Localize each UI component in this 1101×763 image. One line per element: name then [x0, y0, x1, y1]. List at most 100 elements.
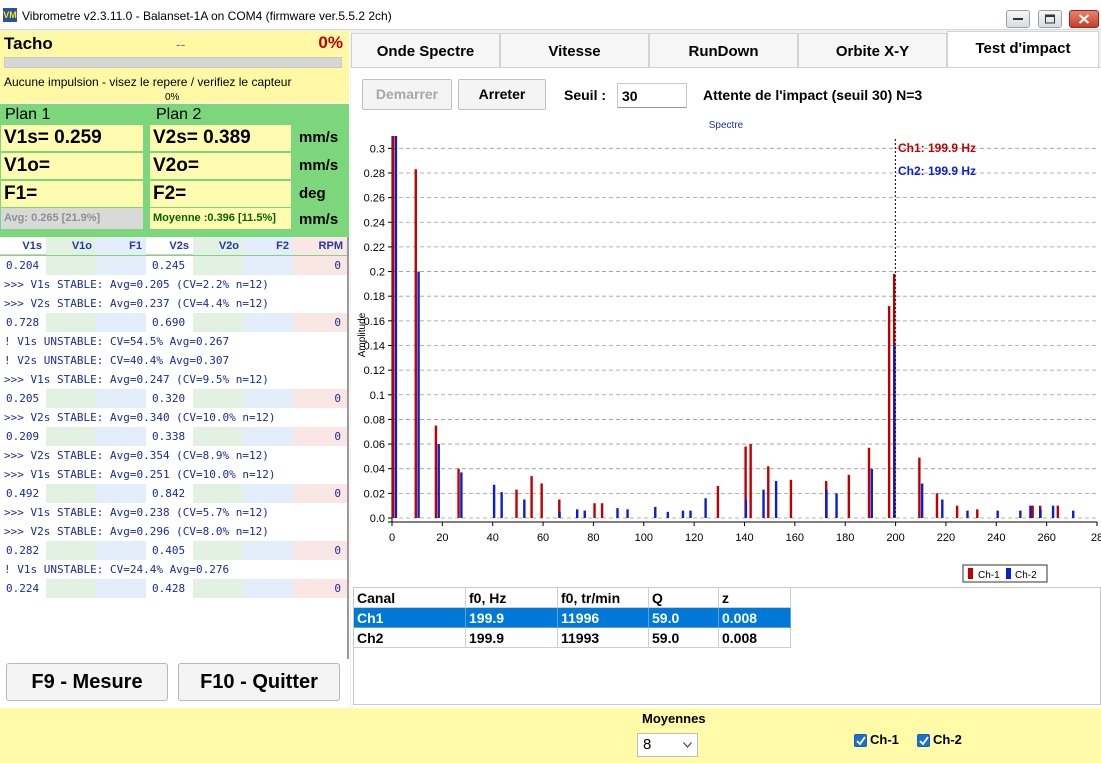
cell-rpm: 0: [293, 427, 347, 446]
cell-v1o: [46, 579, 96, 598]
cell-f1: [96, 389, 146, 408]
tacho-percent: 0%: [318, 33, 343, 52]
tab-onde-spectre[interactable]: Onde Spectre: [351, 33, 500, 67]
x-tick-label: 120: [685, 532, 703, 544]
plan2-title: Plan 2: [156, 106, 202, 123]
bar-ch-2: [1072, 510, 1075, 518]
close-button[interactable]: [1069, 10, 1099, 28]
tacho-progress-bar: [4, 57, 342, 68]
spectrum-chart: Spectre Amplitude 0.00.020.040.060.080.1…: [357, 120, 1101, 583]
table-cell: 0.008: [719, 628, 791, 648]
x-tick-label: 28: [1091, 532, 1101, 544]
tab-vitesse[interactable]: Vitesse: [500, 33, 649, 67]
threshold-label: Seuil :: [564, 87, 607, 103]
cell-rpm: 0: [293, 541, 347, 560]
ch2-checkbox[interactable]: [917, 734, 930, 747]
bar-ch-2: [437, 444, 440, 518]
tab-strip: Onde Spectre Vitesse RunDown Orbite X-Y …: [351, 31, 1101, 68]
log-message: >>> V1s STABLE: Avg=0.247 (CV=9.5% n=12): [4, 373, 269, 386]
bar-ch-2: [1039, 509, 1042, 518]
close-icon: [1078, 14, 1090, 24]
measurement-log[interactable]: 0.204 0.245 0 >>> V1s STABLE: Avg=0.205 (CV…: [0, 256, 347, 659]
tab-orbite[interactable]: Orbite X-Y: [798, 33, 947, 67]
bar-ch-1: [767, 466, 770, 518]
chart-legend: Ch-1 Ch-2: [962, 564, 1048, 583]
cell-v1s: 0.209: [0, 427, 46, 446]
y-tick-label: 0.06: [364, 439, 385, 451]
unit-label: mm/s: [299, 157, 339, 174]
bar-ch-2: [394, 136, 398, 518]
table-row[interactable]: 0.205 0.320 0: [0, 389, 347, 408]
bar-ch-1: [716, 485, 720, 518]
maximize-button[interactable]: [1038, 10, 1062, 28]
cell-v1s: 0.205: [0, 389, 46, 408]
x-tick-label: 240: [987, 532, 1005, 544]
cell-f2: [243, 389, 293, 408]
y-tick-label: 0.28: [364, 168, 385, 180]
y-tick-label: 0.08: [364, 414, 385, 426]
chart-grid: [388, 136, 1097, 523]
ch1-checkbox[interactable]: [854, 734, 867, 747]
y-tick-label: 0.18: [364, 291, 385, 303]
unit-label: mm/s: [299, 211, 339, 228]
table-row[interactable]: 0.282 0.405 0: [0, 541, 347, 560]
table-row[interactable]: 0.204 0.245 0: [0, 256, 347, 275]
table-row[interactable]: Ch2 199.9 11993 59.0 0.008: [354, 628, 791, 648]
bar-ch-2: [417, 271, 420, 518]
table-row[interactable]: Ch1 199.9 11996 59.0 0.008: [354, 608, 791, 628]
table-row[interactable]: 0.209 0.338 0: [0, 427, 347, 446]
window-title: Vibrometre v2.3.11.0 - Balanset-1A on CO…: [22, 9, 392, 23]
bar-ch-2: [774, 481, 778, 518]
cell-f1: [96, 313, 146, 332]
averages-select[interactable]: 8: [637, 733, 698, 757]
y-tick-label: 0.04: [364, 464, 385, 476]
cell-f2: [243, 579, 293, 598]
bar-ch-1: [867, 447, 871, 518]
tab-rundown[interactable]: RunDown: [649, 33, 798, 67]
chevron-down-icon: [683, 742, 692, 748]
cell-v2o: [193, 313, 243, 332]
cell-v2s: 0.690: [146, 313, 193, 332]
tacho-sub-percent: 0%: [165, 92, 180, 103]
bar-ch-1: [976, 509, 979, 518]
cell-v2o: [193, 427, 243, 446]
bar-ch-1: [887, 306, 891, 518]
legend-ch2: Ch-2: [1015, 570, 1037, 581]
threshold-input[interactable]: 30: [617, 83, 687, 108]
start-button[interactable]: Demarrer: [362, 79, 452, 110]
check-icon: [919, 736, 929, 746]
ch1-label[interactable]: Ch-1: [870, 732, 899, 747]
table-cell: 199.9: [466, 628, 558, 648]
table-row[interactable]: 0.728 0.690 0: [0, 313, 347, 332]
cell-v2o: [193, 541, 243, 560]
chart-bars: [391, 136, 1075, 518]
x-tick-label: 160: [786, 532, 804, 544]
bar-ch-2: [689, 510, 692, 518]
y-tick-label: 0.26: [364, 193, 385, 205]
averages-label: Moyennes: [642, 711, 706, 726]
x-axis-ticks: 0 20 40 60 80 100 120 140 160 180 200 220 240 260 28: [389, 522, 1101, 544]
table-row[interactable]: 0.492 0.842 0: [0, 484, 347, 503]
averages-value: 8: [643, 736, 652, 753]
bar-ch-2: [460, 472, 463, 518]
chart-title: Spectre: [709, 120, 744, 131]
ch2-label[interactable]: Ch-2: [933, 732, 962, 747]
bar-ch-2: [654, 506, 657, 518]
bar-ch-1: [1031, 505, 1034, 518]
title-bar: VM Vibrometre v2.3.11.0 - Balanset-1A on…: [0, 0, 1101, 30]
cell-v1o: [46, 313, 96, 332]
f9-measure-button[interactable]: F9 - Mesure: [6, 663, 168, 701]
tab-impact-test[interactable]: Test d'impact: [947, 31, 1099, 68]
cell-f2: [243, 256, 293, 275]
cell-f1: [96, 579, 146, 598]
table-row[interactable]: 0.224 0.428 0: [0, 579, 347, 598]
f10-quit-button[interactable]: F10 - Quitter: [178, 663, 340, 701]
y-tick-label: 0.2: [370, 267, 385, 279]
minimize-button[interactable]: [1006, 10, 1030, 28]
stop-button[interactable]: Arreter: [458, 79, 546, 110]
col-rpm: RPM: [293, 237, 347, 255]
tacho-message: Aucune impulsion - visez le repere / ver…: [4, 75, 292, 89]
table-cell: Ch1: [354, 608, 466, 628]
cell-f1: [96, 256, 146, 275]
plan2-average: Moyenne :0.396 [11.5%]: [150, 208, 291, 229]
